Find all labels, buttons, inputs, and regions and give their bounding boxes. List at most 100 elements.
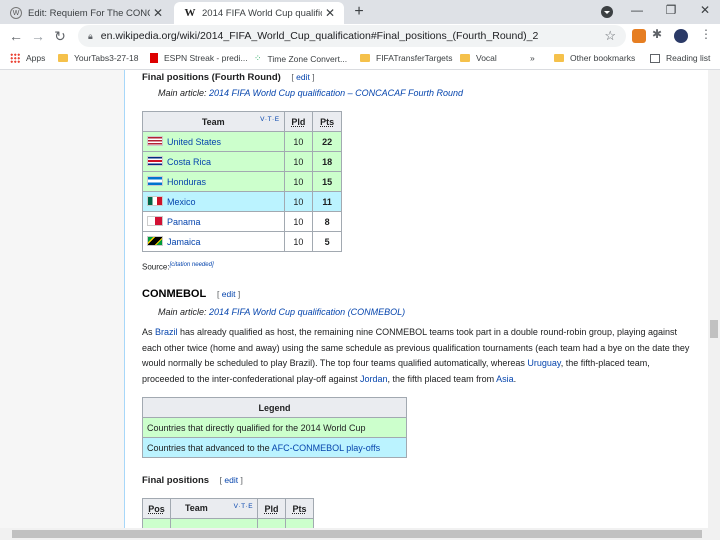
- vertical-scroll-thumb[interactable]: [710, 320, 718, 338]
- pld-cell: 10: [283, 191, 314, 212]
- folder-icon: [58, 54, 68, 62]
- legend-header-row: Legend: [142, 397, 407, 418]
- bookmark-overflow[interactable]: »: [530, 53, 535, 63]
- bookmark-star-icon[interactable]: ☆: [604, 28, 616, 44]
- playoffs-link[interactable]: AFC-CONMEBOL play-offs: [272, 443, 381, 453]
- close-tab-icon[interactable]: ✕: [322, 6, 338, 20]
- bookmark-label: »: [530, 53, 535, 63]
- reading-list-icon: [650, 53, 660, 63]
- url-text[interactable]: en.wikipedia.org/wiki/2014_FIFA_World_Cu…: [101, 30, 539, 42]
- hatnote: Main article: 2014 FIFA World Cup qualif…: [158, 307, 405, 317]
- close-tab-icon[interactable]: ✕: [150, 6, 166, 20]
- table-row: Mexico 10 11: [142, 191, 342, 212]
- tab-title: Edit: Requiem For The CONCACAF: [28, 7, 150, 19]
- pld-header: Pld: [283, 111, 314, 132]
- edit-section: [ edit ]: [219, 475, 243, 485]
- pts-cell: 15: [312, 171, 342, 192]
- edit-link[interactable]: edit: [224, 475, 238, 485]
- team-link[interactable]: Jamaica: [167, 237, 201, 247]
- team-link[interactable]: Costa Rica: [167, 157, 211, 167]
- paragraph-text: , the fifth placed team from: [387, 373, 497, 384]
- more-menu-icon[interactable]: ⋮: [700, 27, 712, 41]
- puzzle-extensions-icon[interactable]: ✱: [652, 27, 666, 41]
- team-cell: Mexico: [142, 191, 285, 212]
- folder-icon: [360, 54, 370, 62]
- profile-avatar[interactable]: [674, 29, 688, 43]
- pld-header: Pld: [257, 498, 287, 519]
- pld-cell: [257, 518, 287, 528]
- asia-link[interactable]: Asia: [496, 374, 514, 384]
- us-flag-icon: [147, 136, 163, 146]
- team-link[interactable]: Panama: [167, 217, 201, 227]
- team-link[interactable]: United States: [167, 137, 221, 147]
- section-heading-fourth-round: Final positions (Fourth Round) [ edit ]: [142, 72, 315, 83]
- edit-section: [ edit ]: [217, 289, 241, 299]
- tab-search-icon[interactable]: [601, 6, 613, 18]
- reload-icon[interactable]: ↻: [50, 26, 70, 46]
- vte-links[interactable]: V·T·E: [260, 116, 279, 123]
- back-arrow-icon[interactable]: ←: [6, 26, 26, 46]
- team-header: Team V·T·E: [169, 498, 259, 519]
- close-window-icon[interactable]: ✕: [690, 3, 720, 17]
- legend-row: Countries that advanced to the AFC-CONME…: [142, 437, 407, 458]
- tab-fifa-qualification[interactable]: W 2014 FIFA World Cup qualification ✕: [174, 2, 344, 24]
- tab-title: 2014 FIFA World Cup qualification: [202, 7, 322, 19]
- legend-playoffs: Countries that advanced to the AFC-CONME…: [142, 437, 407, 458]
- bookmark-label: ESPN Streak - predi...: [164, 53, 248, 63]
- bookmark-fifatransfer[interactable]: FIFATransferTargets: [360, 53, 453, 63]
- pts-cell: 11: [312, 191, 342, 212]
- pld-cell: 10: [283, 131, 314, 152]
- team-link[interactable]: Mexico: [167, 197, 196, 207]
- header-label: Pld: [291, 116, 306, 127]
- header-label: Team: [184, 503, 208, 513]
- main-article-link[interactable]: 2014 FIFA World Cup qualification – CONC…: [209, 88, 463, 98]
- lock-icon[interactable]: 🔒︎: [88, 31, 93, 42]
- pos-cell: [142, 518, 171, 528]
- forward-arrow-icon[interactable]: →: [28, 26, 48, 46]
- citation-needed-link[interactable]: [citation needed]: [170, 262, 214, 268]
- bookmark-timezone[interactable]: ⁘ Time Zone Convert...: [254, 53, 347, 64]
- main-article-link[interactable]: 2014 FIFA World Cup qualification (CONME…: [209, 307, 405, 317]
- edit-link[interactable]: edit: [222, 289, 236, 299]
- extension-icon[interactable]: [632, 29, 646, 43]
- honduras-flag-icon: [147, 176, 163, 186]
- table-header-row: Pos Team V·T·E Pld Pts: [142, 498, 314, 519]
- new-tab-button[interactable]: +: [350, 3, 368, 21]
- restore-icon[interactable]: ❐: [656, 3, 686, 17]
- bookmark-label: YourTabs3-27-18: [74, 53, 139, 63]
- brazil-link[interactable]: Brazil: [155, 327, 178, 337]
- fourth-round-table: Team V·T·E Pld Pts United States 10 22 C…: [142, 111, 342, 252]
- browser-toolbar: ← → ↻ 🔒︎ en.wikipedia.org/wiki/2014_FIFA…: [0, 24, 720, 48]
- pts-cell: 22: [312, 131, 342, 152]
- bookmark-reading-list[interactable]: Reading list: [650, 53, 710, 63]
- bookmark-other[interactable]: Other bookmarks: [554, 53, 635, 63]
- bookmark-vocal[interactable]: Vocal: [460, 53, 497, 63]
- horizontal-scroll-thumb[interactable]: [12, 530, 702, 538]
- pts-header: Pts: [312, 111, 342, 132]
- bookmark-label: FIFATransferTargets: [376, 53, 453, 63]
- bookmark-apps[interactable]: Apps: [10, 53, 45, 63]
- hatnote-prefix: Main article:: [158, 88, 207, 98]
- bookmark-yourtabs[interactable]: YourTabs3-27-18: [58, 53, 138, 63]
- bookmark-label: Reading list: [666, 53, 711, 63]
- team-cell: United States: [142, 131, 285, 152]
- paragraph-text: .: [513, 373, 517, 384]
- vertical-scrollbar[interactable]: [708, 70, 720, 528]
- uruguay-link[interactable]: Uruguay: [527, 358, 560, 368]
- panama-flag-icon: [147, 216, 163, 226]
- team-link[interactable]: Honduras: [167, 177, 206, 187]
- address-bar[interactable]: 🔒︎ en.wikipedia.org/wiki/2014_FIFA_World…: [78, 25, 626, 47]
- bookmark-label: Other bookmarks: [570, 53, 636, 63]
- team-cell: Honduras: [142, 171, 285, 192]
- bookmark-espn[interactable]: ESPN Streak - predi...: [150, 53, 248, 63]
- jordan-link[interactable]: Jordan: [360, 374, 388, 384]
- wikipedia-w-circle-icon: W: [10, 7, 22, 19]
- pos-header: Pos: [142, 498, 171, 519]
- tab-edit-requiem[interactable]: W Edit: Requiem For The CONCACAF ✕: [0, 2, 172, 24]
- pld-cell: 10: [283, 151, 314, 172]
- minimize-icon[interactable]: —: [622, 3, 652, 17]
- costa-rica-flag-icon: [147, 156, 163, 166]
- edit-link[interactable]: edit: [296, 72, 310, 82]
- vte-links[interactable]: V·T·E: [234, 503, 253, 510]
- article-content: Final positions (Fourth Round) [ edit ] …: [124, 70, 708, 528]
